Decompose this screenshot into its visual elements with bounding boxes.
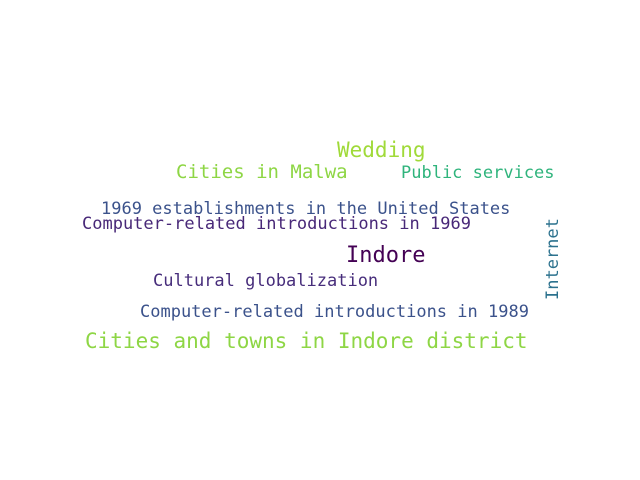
word-public-services: Public services <box>401 163 555 183</box>
word-wedding: Wedding <box>337 138 426 162</box>
word-computer-related-1989: Computer-related introductions in 1989 <box>140 302 529 322</box>
word-computer-related-1969: Computer-related introductions in 1969 <box>82 214 471 234</box>
word-indore: Indore <box>346 243 426 268</box>
word-cultural-globalization: Cultural globalization <box>153 271 379 291</box>
word-cloud: Wedding Cities in Malwa Public services … <box>0 0 640 480</box>
word-internet: Internet <box>543 218 563 300</box>
word-cities-in-malwa: Cities in Malwa <box>176 161 348 183</box>
word-cities-and-towns-indore: Cities and towns in Indore district <box>85 329 528 353</box>
